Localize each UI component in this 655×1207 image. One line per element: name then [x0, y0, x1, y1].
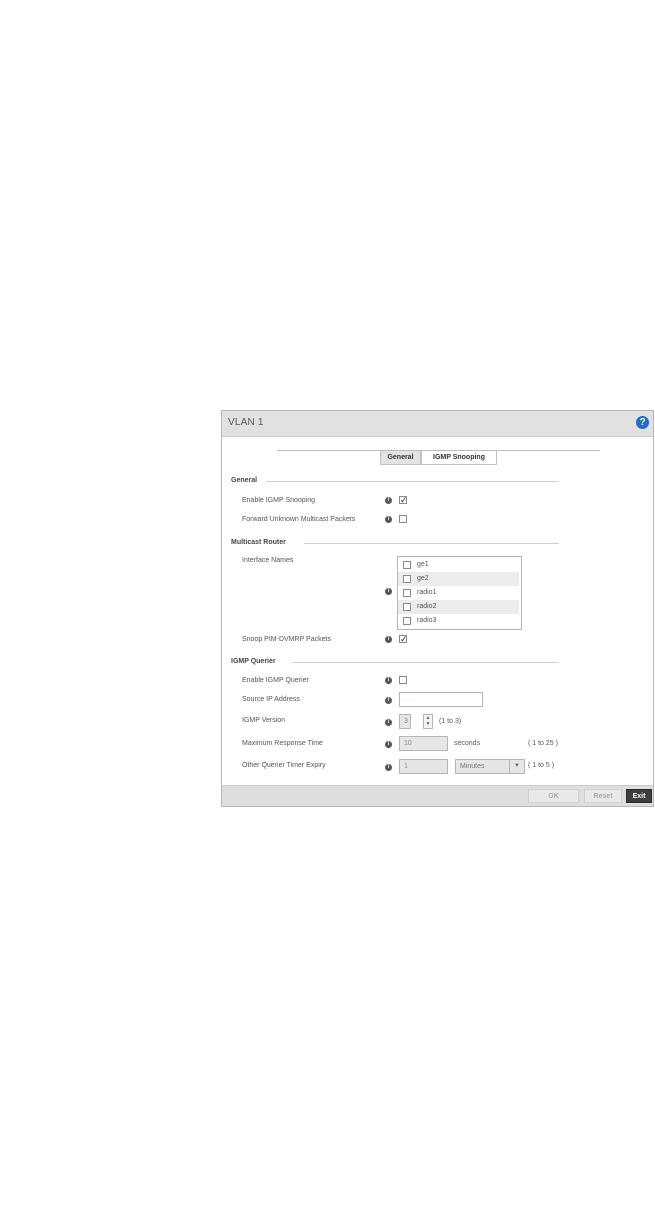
section-divider	[292, 662, 559, 663]
interface-checkbox[interactable]	[403, 617, 411, 625]
tab-general[interactable]: General	[380, 451, 421, 465]
other-querier-timer-range: ( 1 to 5 )	[528, 762, 555, 769]
interface-label: ge1	[417, 561, 429, 568]
other-querier-timer-unit-select[interactable]: Minutes ▼	[455, 759, 525, 774]
max-response-time-range: ( 1 to 25 )	[528, 740, 558, 747]
enable-igmp-snooping-checkbox[interactable]: ✓	[399, 496, 408, 505]
info-icon[interactable]: i	[385, 719, 392, 726]
other-querier-timer-label: Other Querier Timer Expiry	[242, 762, 326, 769]
section-igmp-querier-heading: IGMP Querier	[231, 658, 276, 665]
interface-row-ge2[interactable]: ge2	[398, 572, 519, 586]
chevron-down-icon[interactable]: ▼	[424, 721, 432, 727]
source-ip-input[interactable]: . . .	[399, 692, 483, 707]
interface-label: radio1	[417, 589, 437, 596]
question-circle-icon[interactable]: ?	[636, 416, 649, 429]
interface-row-radio3[interactable]: radio3	[398, 614, 519, 628]
chevron-down-icon[interactable]: ▼	[509, 760, 524, 773]
interface-label: radio3	[417, 617, 437, 624]
info-icon[interactable]: i	[385, 677, 392, 684]
section-divider	[304, 543, 559, 544]
other-querier-timer-input[interactable]: 1	[399, 759, 448, 774]
ok-button[interactable]: OK	[528, 789, 579, 803]
interface-label: ge2	[417, 575, 429, 582]
info-icon[interactable]: i	[385, 497, 392, 504]
reset-button[interactable]: Reset	[584, 789, 622, 803]
interface-label: radio2	[417, 603, 437, 610]
section-general-heading: General	[231, 477, 258, 484]
max-response-time-input[interactable]: 10	[399, 736, 448, 751]
interface-checkbox[interactable]	[403, 603, 411, 611]
section-multicast-router-heading: Multicast Router	[231, 539, 286, 546]
dialog-titlebar: VLAN 1 ?	[222, 411, 653, 437]
source-ip-label: Source IP Address	[242, 696, 300, 703]
tab-igmp-snooping[interactable]: IGMP Snooping	[421, 451, 497, 465]
info-icon[interactable]: i	[385, 697, 392, 704]
exit-button[interactable]: Exit	[626, 789, 652, 803]
max-response-time-unit: seconds	[454, 740, 481, 747]
info-icon[interactable]: i	[385, 516, 392, 523]
interface-row-radio1[interactable]: radio1	[398, 586, 519, 600]
igmp-version-spinner[interactable]: ▲ ▼	[423, 714, 433, 729]
select-value: Minutes	[460, 763, 485, 770]
enable-igmp-querier-label: Enable IGMP Querier	[242, 677, 309, 684]
interface-checkbox[interactable]	[403, 575, 411, 583]
enable-igmp-querier-checkbox[interactable]	[399, 676, 407, 684]
igmp-version-input[interactable]: 3	[399, 714, 411, 729]
info-icon[interactable]: i	[385, 636, 392, 643]
section-divider	[266, 481, 559, 482]
dialog-footer: OK Reset Exit	[222, 785, 653, 806]
info-icon[interactable]: i	[385, 741, 392, 748]
dialog-title: VLAN 1	[228, 417, 264, 428]
forward-unknown-multicast-checkbox[interactable]	[399, 515, 407, 523]
interface-row-radio2[interactable]: radio2	[398, 600, 519, 614]
enable-igmp-snooping-label: Enable IGMP Snooping	[242, 497, 316, 504]
interface-checkbox[interactable]	[403, 589, 411, 597]
snoop-pim-checkbox[interactable]: ✓	[399, 635, 408, 644]
interface-names-list[interactable]: ge1 ge2 radio1 radio2 radio3	[397, 556, 522, 630]
vlan-dialog: VLAN 1 ? General IGMP Snooping General E…	[221, 410, 654, 807]
igmp-version-range: (1 to 3)	[439, 718, 462, 725]
interface-checkbox[interactable]	[403, 561, 411, 569]
info-icon[interactable]: i	[385, 764, 392, 771]
snoop-pim-label: Snoop PIM-DVMRP Packets	[242, 636, 331, 643]
forward-unknown-multicast-label: Forward Unknown Multicast Packets	[242, 516, 356, 523]
max-response-time-label: Maximum Response Time	[242, 740, 323, 747]
info-icon[interactable]: i	[385, 588, 392, 595]
interface-row-ge1[interactable]: ge1	[398, 558, 519, 572]
igmp-version-label: IGMP Version	[242, 717, 286, 724]
interface-names-label: Interface Names	[242, 557, 294, 564]
